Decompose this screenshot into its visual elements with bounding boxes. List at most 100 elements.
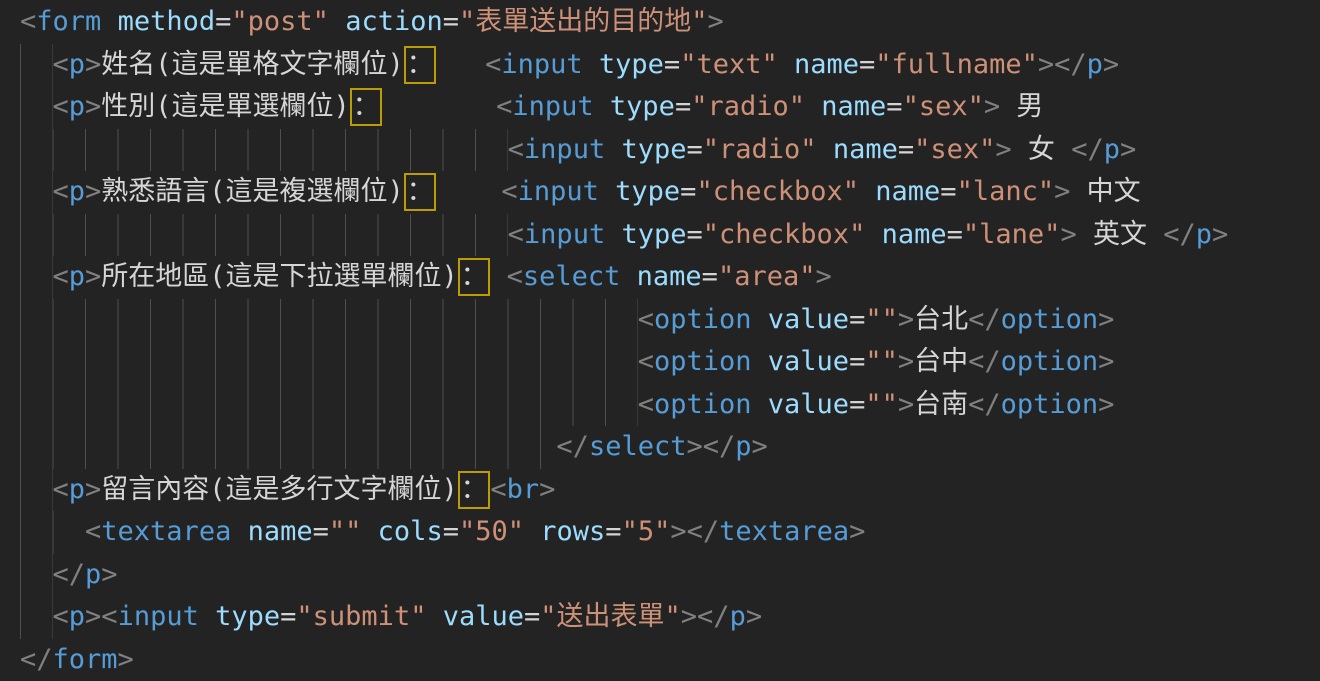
token-pu: > (1054, 171, 1070, 214)
token-attr: name (637, 256, 702, 299)
code-line[interactable]: <p>留言內容(這是多行文字欄位)：<br> (20, 469, 1320, 512)
code-line[interactable]: </p> (20, 554, 1320, 597)
token-pu: </ (556, 426, 589, 469)
token-attr: method (118, 1, 216, 44)
token-tag: option (654, 341, 752, 384)
token-pu: > (85, 44, 101, 87)
token-txt (865, 214, 881, 257)
token-pu: > (1212, 214, 1228, 257)
token-txt (426, 596, 442, 639)
token-pu: < (101, 596, 117, 639)
indent-guides (20, 596, 53, 639)
token-str: "text" (680, 44, 778, 87)
token-tag: input (524, 214, 605, 257)
code-line[interactable]: </select></p> (20, 426, 1320, 469)
token-tag: form (36, 1, 101, 44)
token-pu: > (898, 299, 914, 342)
token-str: "area" (718, 256, 816, 299)
token-tag: p (1104, 129, 1120, 172)
token-txt (605, 129, 621, 172)
token-attr: name (821, 86, 886, 129)
token-eq: = (849, 341, 865, 384)
code-line[interactable]: <p>性別(這是單選欄位)：<input type="radio" name="… (20, 86, 1320, 129)
token-pu: </ (687, 511, 720, 554)
code-line[interactable]: <input type="radio" name="sex"> 女 </p> (20, 129, 1320, 172)
token-attr: cols (378, 511, 443, 554)
code-line[interactable]: <p>姓名(這是單格文字欄位)：<input type="text" name=… (20, 44, 1320, 87)
indent-guides (20, 44, 53, 87)
token-str: "" (865, 384, 898, 427)
token-pu: > (85, 256, 101, 299)
token-pu: > (746, 596, 762, 639)
code-line[interactable]: <p><input type="submit" value="送出表單"></p… (20, 596, 1320, 639)
token-pu: > (85, 469, 101, 512)
token-eq: = (687, 129, 703, 172)
token-pu: > (849, 511, 865, 554)
token-pu: < (638, 299, 654, 342)
token-pu: < (53, 86, 69, 129)
token-attr: action (345, 1, 443, 44)
token-pu: </ (703, 426, 736, 469)
token-eq: = (313, 511, 329, 554)
token-tag: br (507, 469, 540, 512)
token-tag: option (1001, 341, 1099, 384)
token-pu: < (501, 171, 517, 214)
token-pu: > (1120, 129, 1136, 172)
token-txt (859, 171, 875, 214)
token-pu: > (708, 1, 724, 44)
token-pu: < (508, 214, 524, 257)
token-attr: type (610, 86, 675, 129)
indent-guides (20, 469, 53, 512)
token-pu: < (485, 44, 501, 87)
unicode-highlight-box: ： (458, 471, 491, 509)
token-txt: 台北 (914, 299, 968, 342)
whitespace-gap (436, 171, 501, 214)
token-pu: > (898, 384, 914, 427)
code-line[interactable]: <p>所在地區(這是下拉選單欄位)：<select name="area"> (20, 256, 1320, 299)
token-txt (599, 171, 615, 214)
code-line[interactable]: <option value="">台南</option> (20, 384, 1320, 427)
token-tag: option (654, 299, 752, 342)
code-line[interactable]: <input type="checkbox" name="lane"> 英文 <… (20, 214, 1320, 257)
token-str: "" (865, 299, 898, 342)
code-line[interactable]: <option value="">台中</option> (20, 341, 1320, 384)
token-tag: p (69, 469, 85, 512)
token-txt: 台南 (914, 384, 968, 427)
token-pu: > (815, 256, 831, 299)
token-pu: < (496, 86, 512, 129)
indent-guides (20, 129, 508, 172)
token-eq: = (215, 1, 231, 44)
code-line[interactable]: <option value="">台北</option> (20, 299, 1320, 342)
indent-guides (20, 511, 85, 554)
indent-guides (20, 299, 638, 342)
token-str: "50" (459, 511, 524, 554)
code-line[interactable]: <textarea name="" cols="50" rows="5"></t… (20, 511, 1320, 554)
token-eq: = (443, 511, 459, 554)
token-eq: = (859, 44, 875, 87)
indent-guides (20, 384, 638, 427)
token-pu: </ (1071, 129, 1104, 172)
unicode-highlight-box: ： (458, 258, 491, 296)
token-eq: = (702, 256, 718, 299)
token-pu: </ (53, 554, 86, 597)
token-attr: value (768, 384, 849, 427)
code-line[interactable]: <form method="post" action="表單送出的目的地"> (20, 1, 1320, 44)
token-tag: p (69, 44, 85, 87)
token-pu: < (53, 171, 69, 214)
code-line[interactable]: </form> (20, 639, 1320, 681)
token-pu: < (53, 256, 69, 299)
token-txt (805, 86, 821, 129)
token-attr: name (882, 214, 947, 257)
code-line[interactable]: <p>熟悉語言(這是複選欄位)：<input type="checkbox" n… (20, 171, 1320, 214)
token-txt (524, 511, 540, 554)
token-txt: 熟悉語言(這是複選欄位) (101, 171, 404, 214)
token-pu: </ (697, 596, 730, 639)
token-attr: name (833, 129, 898, 172)
token-pu: < (638, 384, 654, 427)
token-pu: </ (968, 384, 1001, 427)
token-tag: input (501, 44, 582, 87)
token-txt (583, 44, 599, 87)
token-pu: > (85, 171, 101, 214)
token-attr: name (248, 511, 313, 554)
token-attr: value (768, 341, 849, 384)
